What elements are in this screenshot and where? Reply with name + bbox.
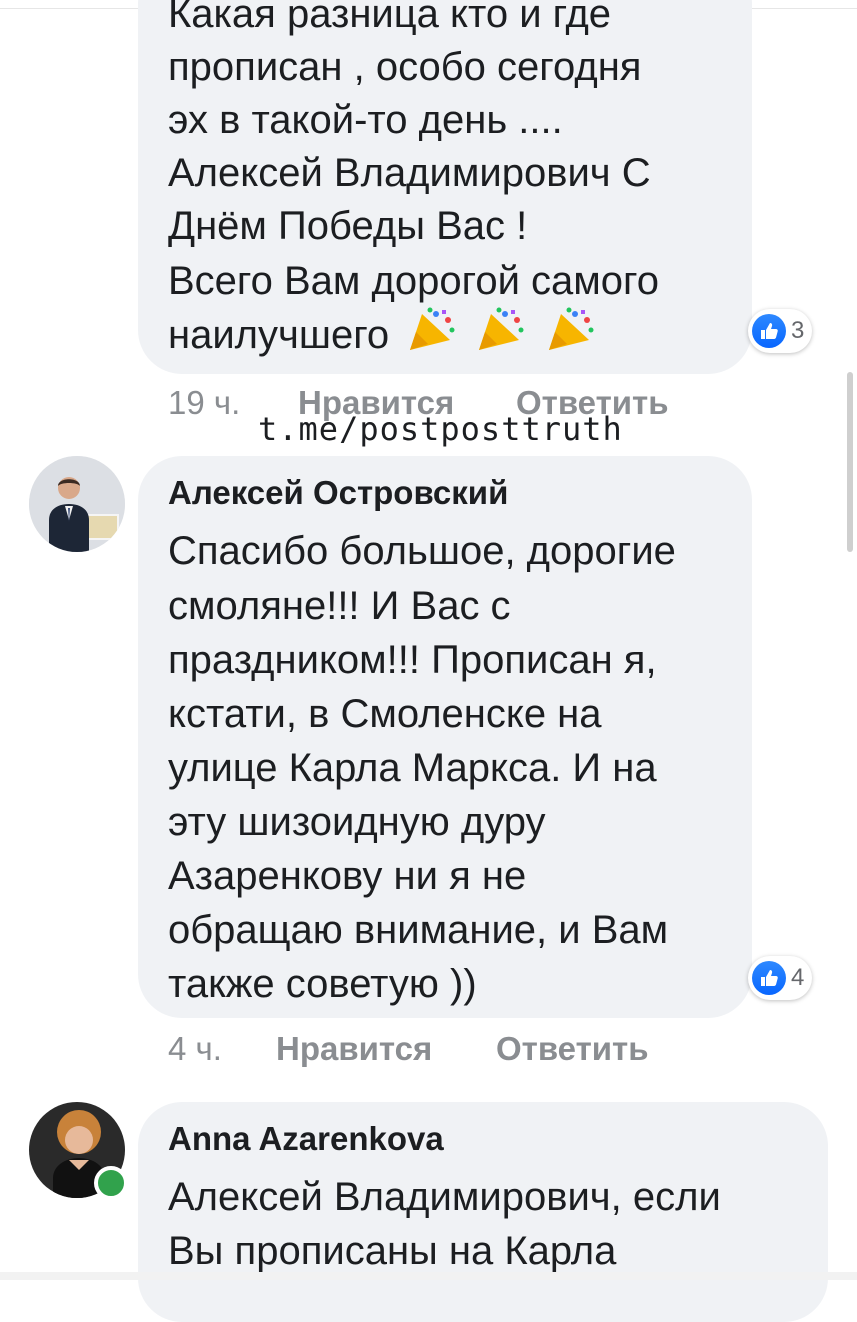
reaction-summary[interactable]: 4 [748,956,813,1000]
comment-text: наилучшего [168,313,390,357]
online-status-indicator [94,1166,128,1200]
comment-author[interactable]: Anna Azarenkova [168,1120,444,1158]
comment-text-line: Алексей Владимирович С [168,151,651,195]
comment-text-line: также советую )) [168,962,477,1006]
avatar[interactable] [29,456,125,552]
like-icon [752,314,786,348]
comment-text-line: кстати, в Смоленске на [168,692,602,736]
party-popper-icon [475,306,527,369]
reaction-count: 4 [791,964,805,991]
comment-text-line: Алексей Владимирович, если [168,1175,721,1219]
comment-text-line: прописан , особо сегодня [168,45,642,89]
bottom-divider [0,1272,857,1280]
comment-time[interactable]: 4 ч. [168,1030,222,1068]
comment-text-line: Всего Вам дорогой самого [168,259,659,303]
reaction-summary[interactable]: 3 [748,309,813,353]
comment-text-line: Спасибо большое, дорогие [168,529,676,573]
comment-text-line: смоляне!!! И Вас с [168,584,511,628]
comment-text-line: обращаю внимание, и Вам [168,908,669,952]
comment-text-line: эх в такой-то день .... [168,98,563,142]
comment-author[interactable]: Алексей Островский [168,474,508,512]
comment-text-line: улице Карла Маркса. И на [168,746,657,790]
comment-text-line-with-emoji: наилучшего [168,305,597,369]
reaction-count: 3 [791,317,805,344]
comment-text-line: эту шизоидную дуру [168,800,546,844]
like-button[interactable]: Нравится [276,1030,432,1068]
party-popper-icon [545,306,597,369]
reply-button[interactable]: Ответить [496,1030,649,1068]
scrollbar[interactable] [847,372,853,552]
comment-time[interactable]: 19 ч. [168,384,240,422]
comment-text-line: праздником!!! Прописан я, [168,638,657,682]
comment-text-line: Азаренкову ни я не [168,854,527,898]
party-popper-icon [406,306,458,369]
comment-text-line: Днём Победы Вас ! [168,204,528,248]
like-icon [752,961,786,995]
watermark-text: t.me/postposttruth [258,410,623,448]
